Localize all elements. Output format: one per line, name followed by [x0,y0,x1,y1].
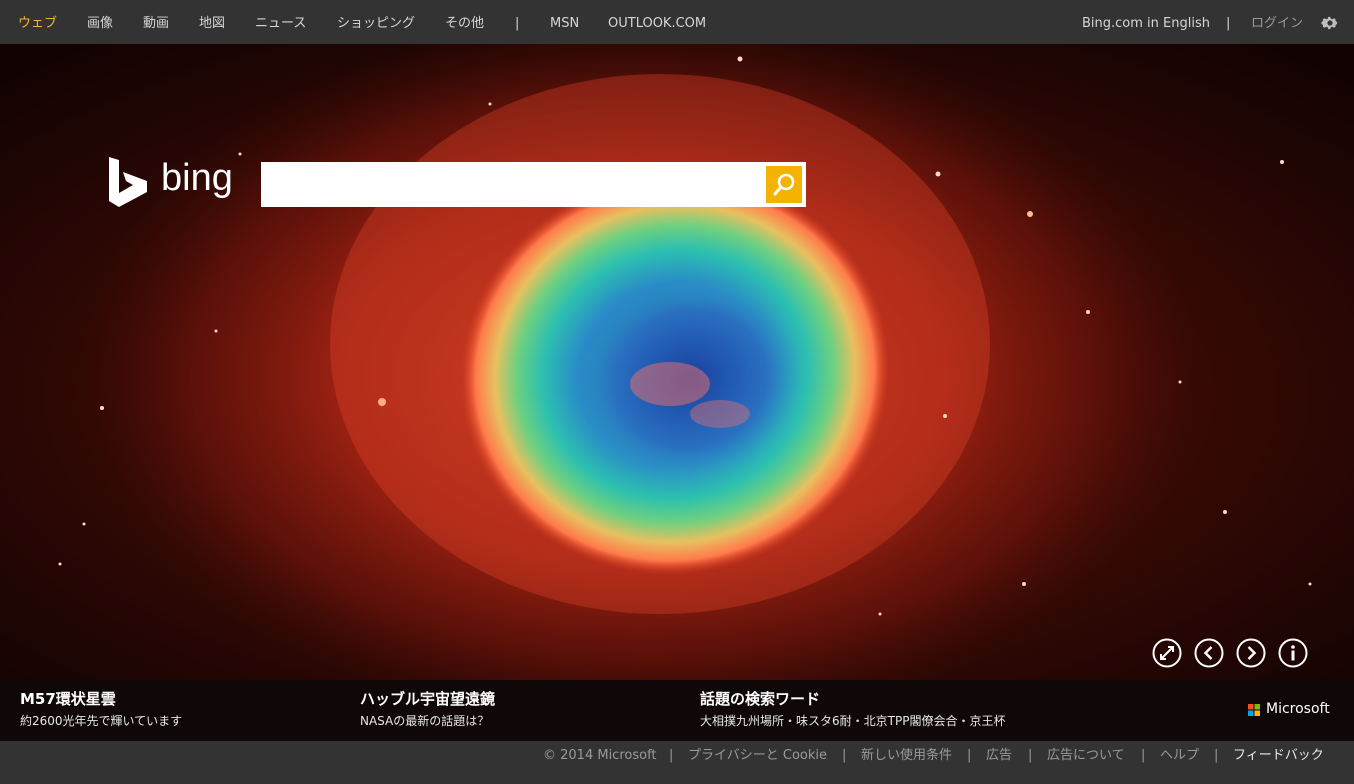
footer-separator: | [1028,748,1033,763]
english-link[interactable]: Bing.com in English [1082,0,1210,44]
nav-link-outlook[interactable]: OUTLOOK.COM [608,0,706,44]
login-link[interactable]: ログイン [1251,0,1303,44]
nav-link-msn[interactable]: MSN [550,0,579,44]
footer-separator: | [669,748,674,763]
bing-logo-text: bing [161,157,233,199]
footer: © 2014 Microsoft | プライバシーと Cookie | 新しい使… [0,741,1354,784]
info-title[interactable]: 話題の検索ワード [700,688,820,709]
footer-link-help[interactable]: ヘルプ [1160,741,1199,771]
nav-item-news[interactable]: ニュース [255,0,306,44]
next-icon[interactable] [1236,638,1266,668]
account-separator: | [1226,16,1231,31]
search-button[interactable] [766,166,802,203]
ring-nebula-image [0,44,1354,680]
fullscreen-icon[interactable] [1152,638,1182,668]
bing-logo-icon [109,157,147,207]
info-subtitle[interactable]: NASAの最新の話題は？ [360,712,489,729]
copyright-text: © 2014 Microsoft [543,748,657,763]
footer-separator: | [842,748,847,763]
footer-separator: | [1214,748,1219,763]
info-strip: M57環状星雲 約2600光年先で輝いています ハッブル宇宙望遠鏡 NASAの最… [0,680,1354,741]
search-icon [773,173,795,196]
search-input[interactable] [261,162,761,207]
footer-link-terms[interactable]: 新しい使用条件 [861,741,952,771]
nav-item-more[interactable]: その他 [445,0,484,44]
footer-link-ads[interactable]: 広告 [986,741,1012,771]
info-subtitle[interactable]: 約2600光年先で輝いています [20,712,182,729]
info-title[interactable]: ハッブル宇宙望遠鏡 [360,688,495,709]
bing-logo[interactable]: bing [107,155,247,209]
footer-separator: | [967,748,972,763]
nav-item-maps[interactable]: 地図 [199,0,225,44]
previous-icon[interactable] [1194,638,1224,668]
footer-link-about-ads[interactable]: 広告について [1047,741,1125,771]
footer-separator: | [1141,748,1146,763]
footer-link-feedback[interactable]: フィードバック [1233,741,1324,771]
microsoft-logo-icon [1248,704,1260,716]
search-box [261,162,806,207]
nav-item-shopping[interactable]: ショッピング [337,0,415,44]
nav-item-videos[interactable]: 動画 [143,0,169,44]
gear-icon[interactable] [1321,14,1339,32]
info-title[interactable]: M57環状星雲 [20,688,116,709]
microsoft-logo-text: Microsoft [1266,701,1330,717]
background-image [0,44,1354,680]
info-subtitle[interactable]: 大相撲九州場所・味スタ6耐・北京TPP閣僚会合・京王杯 [700,712,1005,729]
nav-separator: | [515,16,520,31]
nav-item-web[interactable]: ウェブ [18,0,57,44]
nav-item-images[interactable]: 画像 [87,0,113,44]
info-icon[interactable] [1278,638,1308,668]
top-navigation-bar: ウェブ 画像 動画 地図 ニュース ショッピング その他 | MSN OUTLO… [0,0,1354,44]
footer-link-privacy[interactable]: プライバシーと Cookie [688,741,827,771]
